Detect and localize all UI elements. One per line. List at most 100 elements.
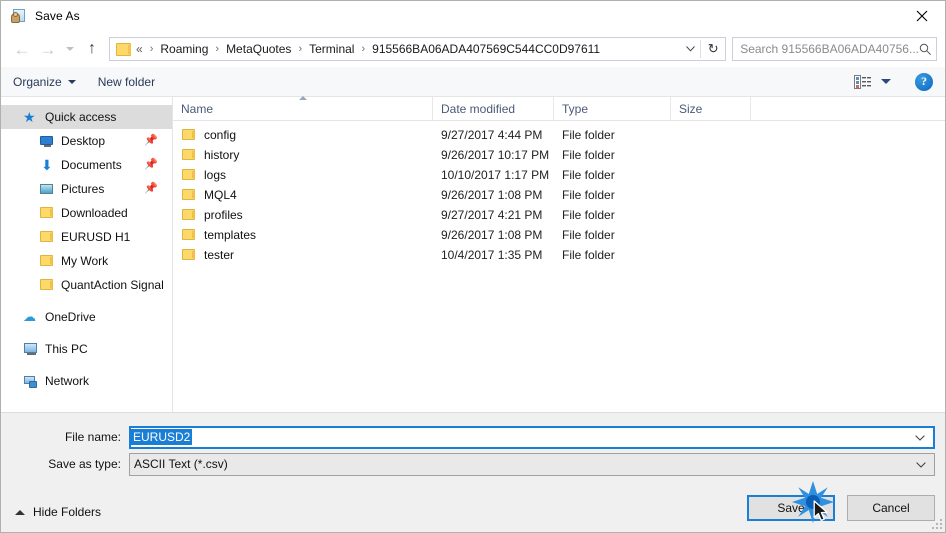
dialog-footer: File name: EURUSD2 Save as type: ASCII T… bbox=[1, 412, 945, 532]
address-bar[interactable]: « › Roaming › MetaQuotes › Terminal › 91… bbox=[109, 37, 727, 61]
sidebar-item-onedrive[interactable]: ☁ OneDrive bbox=[1, 305, 172, 329]
column-header-size[interactable]: Size bbox=[671, 97, 751, 120]
new-folder-button[interactable]: New folder bbox=[98, 75, 155, 89]
table-row[interactable]: logs 10/10/2017 1:17 PM File folder bbox=[173, 165, 945, 185]
column-label: Size bbox=[679, 101, 703, 116]
cloud-icon: ☁ bbox=[23, 309, 36, 324]
file-date: 9/27/2017 4:44 PM bbox=[441, 128, 543, 142]
sidebar-item-label: Pictures bbox=[61, 182, 105, 196]
search-input[interactable]: Search 915566BA06ADA40756... bbox=[740, 42, 919, 56]
file-date: 9/26/2017 1:08 PM bbox=[441, 188, 543, 202]
refresh-button[interactable]: ↻ bbox=[701, 41, 725, 57]
save-button[interactable]: Save bbox=[747, 495, 835, 521]
folder-icon bbox=[181, 227, 197, 243]
column-label: Name bbox=[181, 101, 214, 116]
file-name-input[interactable]: EURUSD2 bbox=[129, 425, 935, 449]
resize-grip-icon[interactable] bbox=[930, 517, 942, 529]
sidebar-item-desktop[interactable]: Desktop 📌 bbox=[1, 129, 172, 153]
search-icon bbox=[919, 43, 931, 55]
file-name-label: File name: bbox=[64, 430, 121, 444]
save-label: Save bbox=[777, 501, 805, 515]
sidebar-item-eurusd-h1[interactable]: EURUSD H1 bbox=[1, 225, 172, 249]
table-row[interactable]: profiles 9/27/2017 4:21 PM File folder bbox=[173, 205, 945, 225]
breadcrumb-item-2[interactable]: Terminal bbox=[307, 42, 356, 56]
breadcrumb-item-0[interactable]: Roaming bbox=[158, 42, 210, 56]
monitor-icon bbox=[39, 133, 55, 149]
close-icon bbox=[916, 10, 928, 22]
column-headers: Name Date modified Type Size bbox=[173, 96, 945, 121]
sidebar-item-label: Downloaded bbox=[61, 206, 128, 220]
file-name-cell: logs bbox=[173, 167, 433, 183]
breadcrumb-prefix: « bbox=[136, 42, 143, 56]
sidebar-item-label: Documents bbox=[61, 158, 122, 172]
table-row[interactable]: MQL4 9/26/2017 1:08 PM File folder bbox=[173, 185, 945, 205]
folder-icon bbox=[181, 167, 197, 183]
file-name-row: File name: EURUSD2 bbox=[1, 425, 945, 449]
file-rows: config 9/27/2017 4:44 PM File folder his… bbox=[173, 121, 945, 412]
recent-locations-button[interactable] bbox=[61, 36, 79, 62]
breadcrumb-separator: › bbox=[298, 43, 303, 55]
table-row[interactable]: templates 9/26/2017 1:08 PM File folder bbox=[173, 225, 945, 245]
breadcrumb-separator: › bbox=[149, 43, 154, 55]
sidebar-item-label: QuantAction Signal bbox=[61, 278, 164, 292]
table-row[interactable]: tester 10/4/2017 1:35 PM File folder bbox=[173, 245, 945, 265]
breadcrumb-item-1[interactable]: MetaQuotes bbox=[224, 42, 293, 56]
sidebar-item-network[interactable]: Network bbox=[1, 369, 172, 393]
chevron-down-icon[interactable] bbox=[915, 428, 925, 446]
table-row[interactable]: history 9/26/2017 10:17 PM File folder bbox=[173, 145, 945, 165]
file-date: 10/4/2017 1:35 PM bbox=[441, 248, 543, 262]
close-button[interactable] bbox=[899, 1, 945, 31]
column-header-type[interactable]: Type bbox=[554, 97, 671, 120]
sidebar-item-label: EURUSD H1 bbox=[61, 230, 131, 244]
file-date: 9/26/2017 10:17 PM bbox=[441, 148, 550, 162]
pin-icon: 📌 bbox=[144, 182, 158, 195]
sidebar-item-quantaction-signal[interactable]: QuantAction Signal bbox=[1, 273, 172, 297]
search-box[interactable]: Search 915566BA06ADA40756... bbox=[732, 37, 937, 61]
file-name: MQL4 bbox=[204, 188, 237, 202]
sidebar-item-quick-access[interactable]: ★ Quick access bbox=[1, 105, 172, 129]
chevron-down-icon[interactable] bbox=[916, 455, 926, 473]
folder-icon bbox=[39, 253, 55, 269]
save-as-type-select[interactable]: ASCII Text (*.csv) bbox=[129, 452, 935, 476]
column-header-date-modified[interactable]: Date modified bbox=[433, 97, 554, 120]
back-button[interactable]: ← bbox=[9, 36, 35, 62]
breadcrumb-item-3[interactable]: 915566BA06ADA407569C544CC0D97611 bbox=[370, 42, 602, 56]
sidebar-item-label: Quick access bbox=[45, 110, 117, 124]
view-mode-button[interactable] bbox=[854, 74, 891, 89]
help-button[interactable]: ? bbox=[915, 72, 933, 91]
file-type: File folder bbox=[562, 168, 615, 182]
sidebar-item-my-work[interactable]: My Work bbox=[1, 249, 172, 273]
arrow-up-icon: ↑ bbox=[88, 40, 96, 57]
organize-button[interactable]: Organize bbox=[13, 75, 76, 89]
column-header-name[interactable]: Name bbox=[173, 96, 433, 120]
folder-icon bbox=[181, 187, 197, 203]
table-row[interactable]: config 9/27/2017 4:44 PM File folder bbox=[173, 125, 945, 145]
dialog-body: ★ Quick access Desktop 📌 ⬇ Documents 📌 P… bbox=[1, 96, 945, 412]
file-type: File folder bbox=[562, 228, 615, 242]
arrow-right-icon: → bbox=[39, 39, 57, 59]
hide-folders-button[interactable]: Hide Folders bbox=[15, 505, 101, 519]
up-button[interactable]: ↑ bbox=[79, 36, 105, 62]
file-type: File folder bbox=[562, 188, 615, 202]
sidebar-item-pictures[interactable]: Pictures 📌 bbox=[1, 177, 172, 201]
chevron-down-icon bbox=[685, 46, 695, 52]
file-date: 9/26/2017 1:08 PM bbox=[441, 228, 543, 242]
folder-icon bbox=[181, 247, 197, 263]
file-name: config bbox=[204, 128, 237, 142]
breadcrumb-separator: › bbox=[361, 43, 366, 55]
sidebar-item-this-pc[interactable]: This PC bbox=[1, 337, 172, 361]
file-name-cell: MQL4 bbox=[173, 187, 433, 203]
file-type: File folder bbox=[562, 128, 615, 142]
sort-ascending-icon bbox=[298, 96, 307, 100]
title-bar: Save As bbox=[1, 1, 945, 31]
cancel-button[interactable]: Cancel bbox=[847, 495, 935, 521]
breadcrumb: « › Roaming › MetaQuotes › Terminal › 91… bbox=[110, 42, 680, 56]
sidebar-item-label: OneDrive bbox=[45, 310, 96, 324]
pc-icon bbox=[23, 341, 39, 357]
forward-button[interactable]: → bbox=[35, 36, 61, 62]
address-dropdown-button[interactable] bbox=[680, 46, 700, 52]
picture-icon bbox=[39, 181, 55, 197]
arrow-left-icon: ← bbox=[13, 39, 31, 59]
sidebar-item-documents[interactable]: ⬇ Documents 📌 bbox=[1, 153, 172, 177]
sidebar-item-downloaded[interactable]: Downloaded bbox=[1, 201, 172, 225]
